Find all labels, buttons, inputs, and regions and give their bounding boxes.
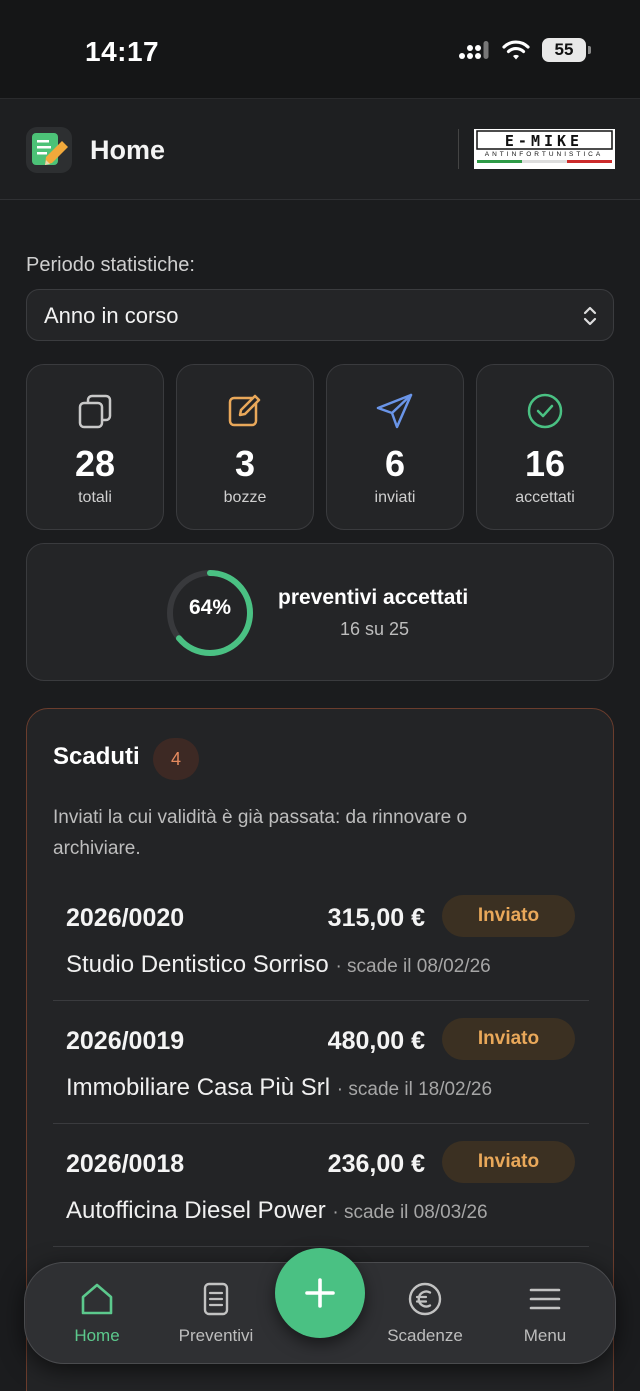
nav-menu-label: Menu bbox=[523, 1326, 567, 1345]
expired-description: Inviati la cui validità è già passata: d… bbox=[53, 807, 468, 859]
stat-label: accettati bbox=[515, 489, 575, 506]
euro-icon bbox=[408, 1282, 442, 1316]
quote-client-name: Autofficina Diesel Power bbox=[66, 1197, 326, 1224]
document-icon bbox=[203, 1282, 229, 1316]
quote-client: Immobiliare Casa Più Srl · scade il 18/0… bbox=[66, 1074, 492, 1102]
quote-status-badge: Inviato bbox=[442, 1141, 575, 1183]
nav-deadlines[interactable]: Scadenze bbox=[370, 1263, 480, 1365]
nav-home[interactable]: Home bbox=[42, 1263, 152, 1365]
quote-row[interactable]: 2026/0020 315,00 € Inviato Studio Dentis… bbox=[53, 879, 589, 1001]
edit-icon bbox=[228, 394, 261, 427]
quote-amount: 480,00 € bbox=[327, 1027, 425, 1055]
stat-card-sent[interactable]: 6 inviati bbox=[326, 364, 464, 530]
quote-client: Autofficina Diesel Power · scade il 08/0… bbox=[66, 1197, 488, 1225]
expired-title: Scaduti bbox=[53, 743, 140, 770]
acceptance-subtitle: 16 su 25 bbox=[340, 619, 410, 639]
stat-value: 3 bbox=[234, 443, 256, 484]
send-icon bbox=[376, 393, 413, 429]
acceptance-title: preventivi accettati bbox=[278, 586, 469, 609]
battery-indicator: 55 bbox=[542, 38, 591, 62]
period-label: Periodo statistiche: bbox=[26, 254, 195, 276]
acceptance-card: 64% preventivi accettati 16 su 25 bbox=[26, 543, 614, 681]
stat-label: bozze bbox=[223, 489, 267, 506]
period-select-value: Anno in corso bbox=[44, 303, 179, 328]
status-time: 14:17 bbox=[85, 36, 160, 67]
status-icons: 55 bbox=[458, 38, 591, 62]
app-logo-icon bbox=[26, 127, 72, 173]
quote-client-name: Immobiliare Casa Più Srl bbox=[66, 1074, 331, 1101]
plus-icon bbox=[305, 1278, 335, 1308]
copy-icon bbox=[78, 394, 112, 429]
stats-row: 28 totali 3 bozze 6 inviati 16 accettati bbox=[26, 364, 614, 530]
quote-number: 2026/0019 bbox=[66, 1027, 185, 1055]
add-quote-button[interactable] bbox=[275, 1248, 365, 1338]
expired-count-badge: 4 bbox=[153, 738, 199, 780]
period-select[interactable]: Anno in corso bbox=[26, 289, 614, 341]
nav-home-label: Home bbox=[74, 1326, 120, 1345]
stat-label: totali bbox=[78, 489, 112, 506]
quote-due-date: · scade il 18/02/26 bbox=[336, 1079, 493, 1100]
cellular-signal-icon bbox=[459, 41, 489, 59]
svg-text:ANTINFORTUNISTICA: ANTINFORTUNISTICA bbox=[485, 151, 603, 158]
wifi-icon bbox=[502, 40, 530, 60]
quote-amount: 236,00 € bbox=[327, 1150, 425, 1178]
nav-menu[interactable]: Menu bbox=[490, 1263, 600, 1365]
nav-deadlines-label: Scadenze bbox=[387, 1326, 463, 1345]
header-divider bbox=[458, 129, 459, 169]
quote-status-badge: Inviato bbox=[442, 1018, 575, 1060]
home-icon bbox=[81, 1283, 113, 1315]
status-bar: 14:17 55 bbox=[0, 0, 640, 98]
quote-row[interactable]: 2026/0018 236,00 € Inviato Autofficina D… bbox=[53, 1125, 589, 1247]
stat-card-drafts[interactable]: 3 bozze bbox=[176, 364, 314, 530]
dashboard: Periodo statistiche: Anno in corso 28 to… bbox=[0, 200, 640, 1391]
stat-label: inviati bbox=[374, 489, 416, 506]
quote-due-date: · scade il 08/03/26 bbox=[332, 1202, 488, 1223]
page-title: Home bbox=[90, 135, 166, 165]
stat-card-total[interactable]: 28 totali bbox=[26, 364, 164, 530]
hamburger-menu-icon bbox=[529, 1288, 561, 1310]
chevron-up-down-icon bbox=[583, 306, 597, 326]
quote-amount: 315,00 € bbox=[327, 904, 425, 932]
quote-due-date: · scade il 08/02/26 bbox=[335, 956, 491, 977]
quote-client: Studio Dentistico Sorriso · scade il 08/… bbox=[66, 951, 491, 979]
nav-quotes-label: Preventivi bbox=[178, 1326, 254, 1345]
quote-client-name: Studio Dentistico Sorriso bbox=[66, 951, 329, 978]
quote-status-badge: Inviato bbox=[442, 895, 575, 937]
app-header: Home E-MIKE ANTINFORTUNISTICA bbox=[0, 98, 640, 200]
svg-text:E-MIKE: E-MIKE bbox=[505, 132, 583, 150]
acceptance-percent: 64% bbox=[188, 596, 232, 619]
stat-value: 16 bbox=[524, 443, 566, 484]
stat-value: 28 bbox=[74, 443, 116, 484]
quote-row[interactable]: 2026/0019 480,00 € Inviato Immobiliare C… bbox=[53, 1002, 589, 1124]
company-logo: E-MIKE ANTINFORTUNISTICA bbox=[474, 129, 615, 169]
quote-number: 2026/0020 bbox=[66, 904, 185, 932]
stat-value: 6 bbox=[384, 443, 406, 484]
check-circle-icon bbox=[527, 393, 563, 429]
quote-number: 2026/0018 bbox=[66, 1150, 185, 1178]
nav-quotes[interactable]: Preventivi bbox=[161, 1263, 271, 1365]
stat-card-accepted[interactable]: 16 accettati bbox=[476, 364, 614, 530]
